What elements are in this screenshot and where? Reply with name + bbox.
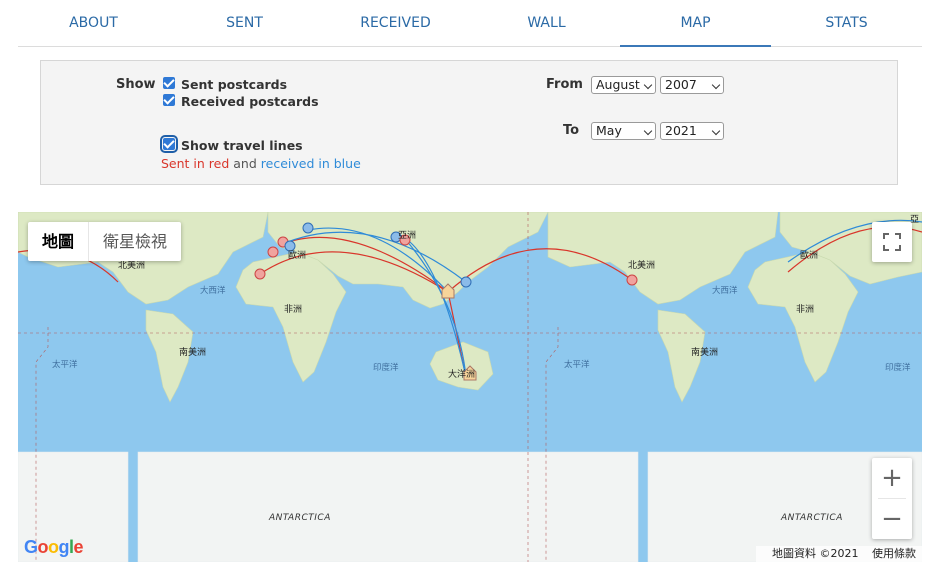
- tab-wall[interactable]: WALL: [471, 0, 622, 46]
- travel-lines-checkbox[interactable]: [160, 135, 178, 153]
- fullscreen-button[interactable]: [872, 222, 912, 262]
- zoom-out-button[interactable]: −: [872, 499, 912, 539]
- map-data-credit[interactable]: 地圖資料 ©2021: [772, 547, 859, 560]
- label-asia-1: 亞洲: [398, 231, 417, 241]
- label-europe-1: 歐洲: [288, 251, 307, 261]
- tab-bar: ABOUT SENT RECEIVED WALL MAP STATS: [18, 0, 922, 47]
- zoom-control: + −: [872, 458, 912, 539]
- legend-sent: Sent in red: [161, 156, 230, 171]
- legend-received: received in blue: [260, 156, 361, 171]
- to-label: To: [563, 123, 580, 138]
- to-month-value: May: [596, 123, 622, 138]
- tab-map[interactable]: MAP: [620, 0, 771, 47]
- postcard-map[interactable]: 北美洲 歐洲 亞洲 非洲 南美洲 大洋洲 北美洲 歐洲 非洲 南美洲 亞 大西洋…: [18, 212, 922, 562]
- travel-lines-label: Show travel lines: [181, 138, 303, 153]
- sent-checkbox-label: Sent postcards: [181, 77, 288, 92]
- map-attribution: 地圖資料 ©2021 使用條款: [756, 546, 922, 562]
- tab-stats[interactable]: STATS: [771, 0, 922, 46]
- received-checkbox[interactable]: [163, 94, 175, 106]
- to-month-select[interactable]: May: [591, 122, 656, 140]
- label-south-america-1: 南美洲: [179, 348, 207, 358]
- zoom-in-button[interactable]: +: [872, 458, 912, 498]
- from-year-value: 2007: [665, 77, 697, 92]
- label-europe-2: 歐洲: [800, 251, 819, 261]
- label-oceania-1: 大洋洲: [448, 370, 476, 380]
- to-year-value: 2021: [665, 123, 697, 138]
- label-africa-1: 非洲: [284, 305, 303, 315]
- from-year-select[interactable]: 2007: [660, 76, 724, 94]
- to-year-select[interactable]: 2021: [660, 122, 724, 140]
- label-indian-2: 印度洋: [885, 363, 911, 373]
- map-type-roadmap[interactable]: 地圖: [28, 222, 90, 261]
- from-month-value: August: [596, 77, 640, 92]
- label-south-america-2: 南美洲: [691, 348, 719, 358]
- label-atlantic-2: 大西洋: [712, 286, 738, 296]
- label-africa-2: 非洲: [796, 305, 815, 315]
- label-atlantic-1: 大西洋: [200, 286, 226, 296]
- map-type-control: 地圖 衛星檢視: [28, 222, 182, 261]
- fullscreen-icon: [883, 233, 901, 251]
- label-indian-1: 印度洋: [373, 363, 399, 373]
- travel-lines-legend: Sent in red and received in blue: [161, 156, 361, 171]
- tab-sent[interactable]: SENT: [169, 0, 320, 46]
- legend-and: and: [233, 156, 257, 171]
- tab-received[interactable]: RECEIVED: [320, 0, 471, 46]
- label-pacific-1: 太平洋: [52, 360, 78, 370]
- from-month-select[interactable]: August: [591, 76, 656, 94]
- google-logo[interactable]: Google: [24, 537, 84, 558]
- sent-checkbox[interactable]: [163, 77, 175, 89]
- tab-about[interactable]: ABOUT: [18, 0, 169, 46]
- label-north-america-2: 北美洲: [628, 261, 656, 271]
- filter-panel: Show Sent postcards Received postcards S…: [40, 60, 898, 185]
- label-antarctica-2: ANTARCTICA: [781, 513, 843, 523]
- label-pacific-2: 太平洋: [564, 360, 590, 370]
- terms-link[interactable]: 使用條款: [872, 547, 916, 560]
- from-label: From: [546, 77, 583, 92]
- show-label: Show: [116, 77, 156, 92]
- map-type-satellite[interactable]: 衛星檢視: [89, 222, 181, 261]
- map-canvas: [18, 212, 922, 562]
- label-antarctica-1: ANTARCTICA: [269, 513, 331, 523]
- received-checkbox-label: Received postcards: [181, 94, 319, 109]
